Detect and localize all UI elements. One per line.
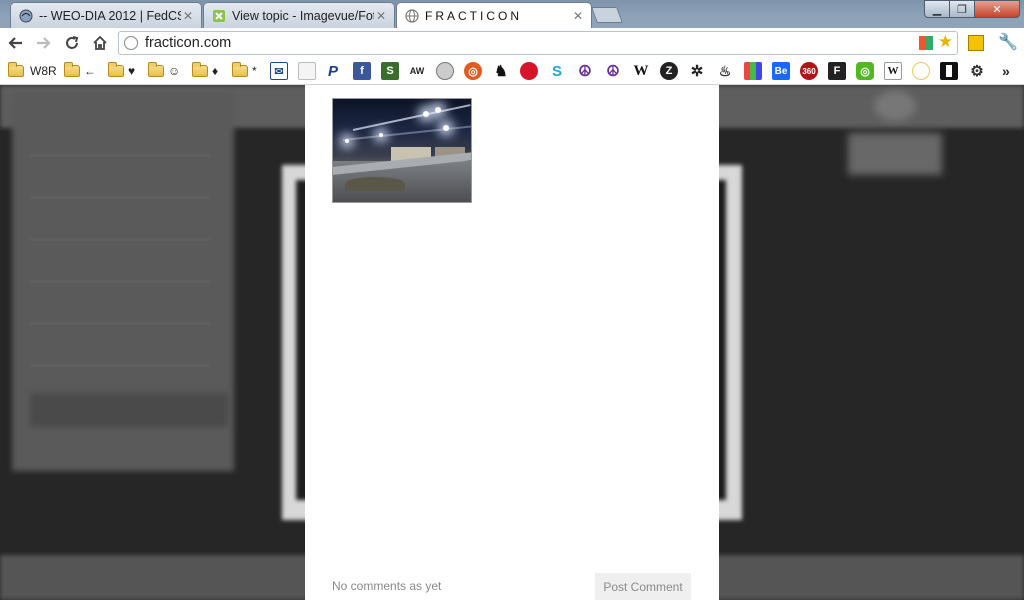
blurred-logo [874, 91, 916, 121]
back-arrow-icon[interactable] [5, 32, 27, 54]
bookmark-folder[interactable]: ♥ [108, 61, 135, 81]
bookmark-folder[interactable]: * [232, 61, 257, 81]
facebook-icon[interactable]: f [353, 62, 371, 80]
comments-status: No comments as yet [332, 579, 442, 593]
street-light [435, 107, 441, 113]
wikipedia-icon[interactable]: W [632, 62, 650, 80]
blurred-divider [30, 281, 210, 282]
skype-icon[interactable]: S [548, 62, 566, 80]
folder-icon [8, 62, 24, 77]
blurred-divider [30, 239, 210, 240]
folder-icon [108, 62, 124, 77]
mail-icon[interactable]: ✉ [270, 62, 288, 80]
bookmarks-bar: W8R ← ♥ ☺ ♦ * ✉ P f S AW ◎ ♞ S ☮ ☮ W Z ✲… [0, 58, 1024, 85]
aperture-icon[interactable]: ◎ [464, 62, 482, 80]
blurred-divider [30, 155, 210, 156]
forward-arrow-icon[interactable] [32, 32, 54, 54]
new-tab-button[interactable] [591, 7, 623, 23]
blurred-button [848, 133, 942, 175]
bookmark-folder[interactable]: W8R [8, 61, 57, 81]
360-icon[interactable]: 360 [800, 62, 818, 80]
page-icon[interactable] [298, 62, 316, 80]
bookmark-star-icon[interactable]: ★ [938, 32, 953, 52]
imagevue-favicon-icon [212, 9, 226, 23]
maximize-icon[interactable]: ❐ [949, 0, 975, 18]
peace-icon[interactable]: ☮ [604, 62, 622, 80]
paypal-icon[interactable]: P [324, 62, 342, 80]
bookmark-folder[interactable]: ☺ [148, 61, 180, 81]
flame-icon[interactable]: ♨ [716, 62, 734, 80]
blurred-divider [30, 197, 210, 198]
weo-favicon-icon [19, 9, 33, 23]
blurred-divider [30, 323, 210, 324]
street-light [379, 133, 383, 137]
snow-mound [345, 177, 405, 191]
blurred-sidebar-button [30, 393, 228, 427]
comment-panel: No comments as yet Post Comment [305, 85, 719, 600]
peace-icon[interactable]: ☮ [576, 62, 594, 80]
tab-strip: -- WEO-DIA 2012 | FedCSIS ✕ View topic -… [0, 0, 1024, 28]
minimize-icon[interactable]: ▁ [924, 0, 950, 18]
wrench-menu-icon[interactable]: 🔧 [998, 32, 1018, 51]
street-light [345, 139, 349, 143]
tab-close-icon[interactable]: ✕ [571, 9, 585, 23]
folder-icon [192, 62, 208, 77]
home-icon[interactable] [89, 32, 111, 54]
w-doc-icon[interactable]: W [884, 62, 902, 80]
z-icon[interactable]: Z [660, 62, 678, 80]
close-window-icon[interactable]: ✕ [974, 0, 1020, 18]
tab-close-icon[interactable]: ✕ [374, 9, 388, 23]
extension-icon[interactable] [919, 36, 933, 50]
red-ball-icon[interactable] [520, 62, 538, 80]
extension-icon[interactable] [968, 35, 984, 51]
tab-imagevue[interactable]: View topic - Imagevue/Foto ✕ [203, 2, 395, 28]
address-bar[interactable]: fracticon.com ★ [118, 31, 958, 55]
folder-icon [148, 62, 164, 77]
tab-weo-dia[interactable]: -- WEO-DIA 2012 | FedCSIS ✕ [10, 2, 202, 28]
page-info-icon[interactable] [124, 36, 138, 50]
gear-icon[interactable]: ⚙ [968, 62, 986, 80]
more-bookmarks-chevron-icon[interactable]: » [1002, 61, 1010, 81]
colors-icon[interactable] [744, 62, 762, 80]
blurred-divider [30, 365, 210, 366]
browser-toolbar: fracticon.com ★ 🔧 [0, 28, 1024, 59]
pipe-icon[interactable] [940, 62, 958, 80]
globe-icon [405, 9, 419, 23]
street-light [423, 111, 429, 117]
page-viewport: No comments as yet Post Comment [0, 85, 1024, 600]
green-icon[interactable]: ◎ [856, 62, 874, 80]
figure-icon[interactable]: ♞ [492, 62, 510, 80]
shutter-icon[interactable]: ✲ [688, 62, 706, 80]
address-text[interactable]: fracticon.com [145, 35, 231, 51]
f-square-icon[interactable]: F [828, 62, 846, 80]
bookmark-folder[interactable]: ← [64, 61, 96, 81]
tab-close-icon[interactable]: ✕ [181, 9, 195, 23]
window-controls: ▁ ❐ ✕ [924, 0, 1020, 18]
aw-icon[interactable]: AW [408, 62, 426, 80]
s-bookmark-icon[interactable]: S [381, 62, 399, 80]
circle-icon[interactable] [912, 62, 930, 80]
folder-icon [64, 62, 80, 77]
globe-icon[interactable] [436, 62, 454, 80]
behance-icon[interactable]: Be [772, 62, 790, 80]
bookmark-folder[interactable]: ♦ [192, 61, 218, 81]
folder-icon [232, 62, 248, 77]
reload-icon[interactable] [61, 32, 83, 54]
street-light [443, 125, 449, 131]
photo-thumbnail[interactable] [332, 98, 472, 203]
tab-fracticon[interactable]: FRACTICON ✕ [396, 2, 592, 28]
post-comment-button[interactable]: Post Comment [595, 573, 691, 600]
